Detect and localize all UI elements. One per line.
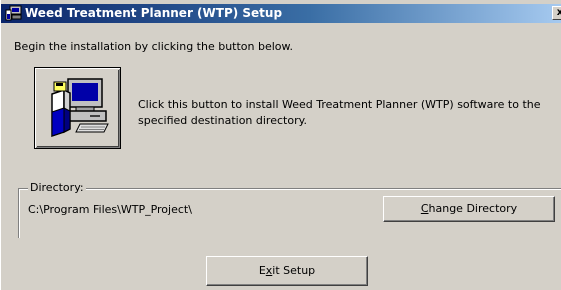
window-title: Weed Treatment Planner (WTP) Setup: [25, 6, 283, 20]
close-icon: x: [556, 7, 561, 18]
setup-computer-icon: [5, 5, 22, 21]
install-button[interactable]: [34, 67, 121, 149]
change-directory-button[interactable]: Change Directory: [383, 196, 555, 222]
install-description: Click this button to install Weed Treatm…: [138, 98, 541, 127]
install-computer-icon: [51, 78, 109, 138]
exit-setup-button[interactable]: Exit Setup: [206, 256, 368, 286]
title-bar[interactable]: Weed Treatment Planner (WTP) Setup x: [1, 4, 561, 23]
change-directory-mnemonic: C: [420, 202, 429, 215]
setup-window: Weed Treatment Planner (WTP) Setup x Beg…: [0, 0, 561, 290]
exit-label-start: E: [258, 264, 266, 277]
directory-label: Directory:: [28, 181, 86, 194]
directory-path: C:\Program Files\WTP_Project\: [28, 203, 192, 216]
close-button[interactable]: x: [552, 6, 561, 20]
exit-label-end: it Setup: [272, 264, 316, 277]
change-directory-label: hange Directory: [428, 202, 518, 215]
intro-text: Begin the installation by clicking the b…: [14, 40, 294, 53]
